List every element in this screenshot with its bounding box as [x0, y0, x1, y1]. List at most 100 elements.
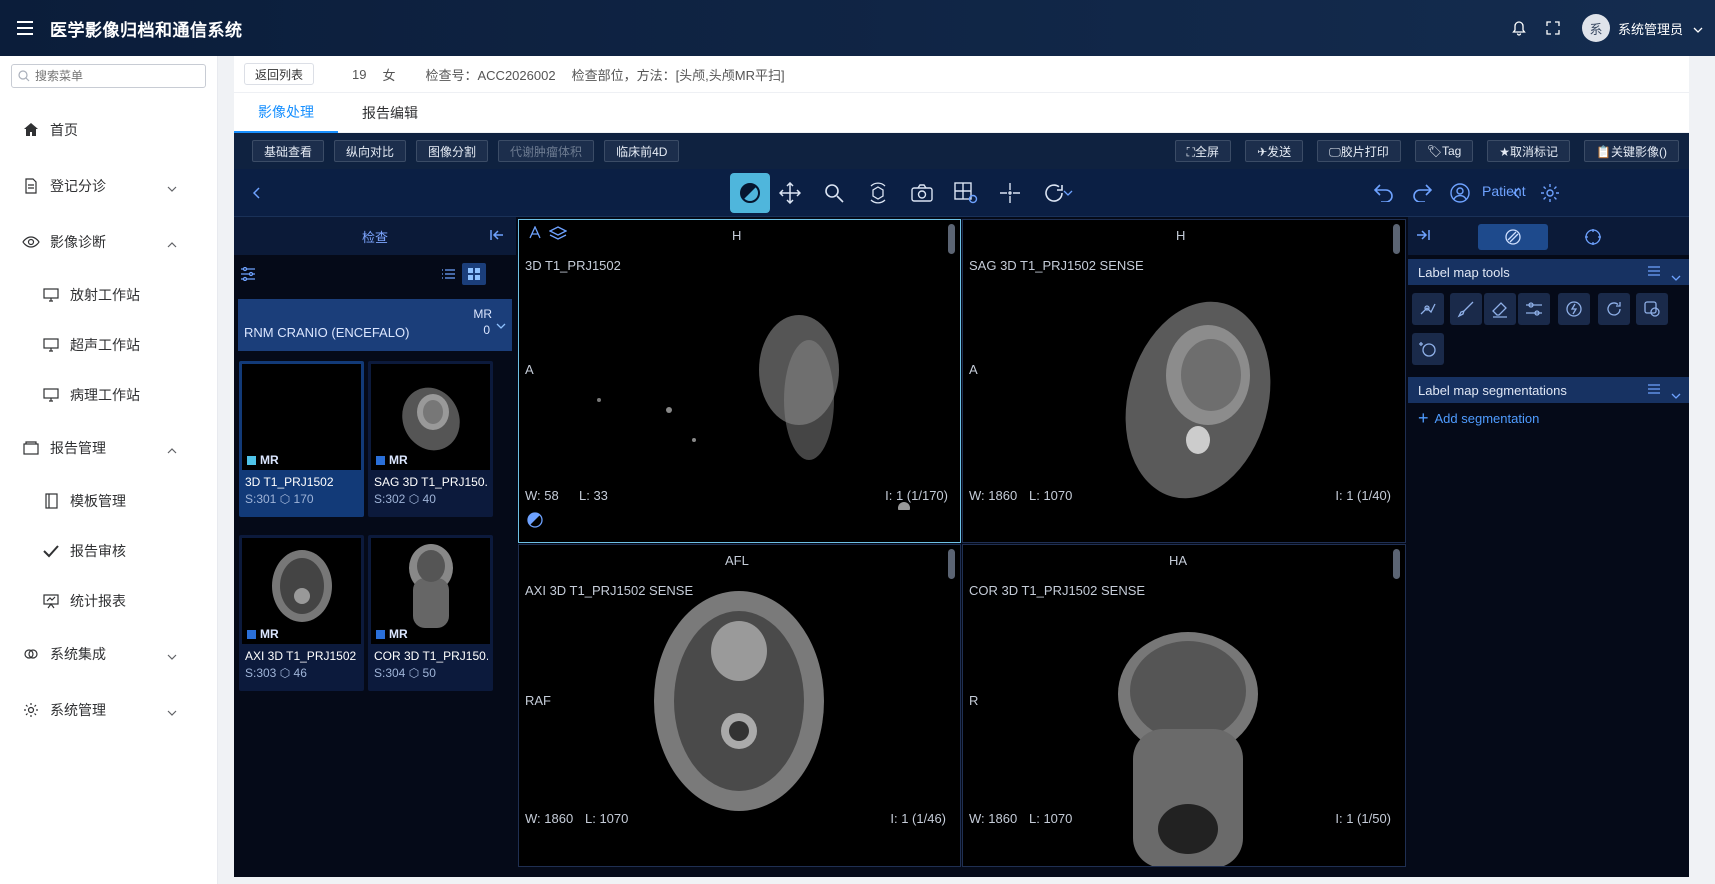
key-images-button[interactable]: 📋关键影像()	[1584, 140, 1679, 162]
contour-tab-icon[interactable]	[1558, 224, 1628, 250]
sidebar-item-label: 报告管理	[50, 440, 106, 456]
list-view-icon[interactable]	[436, 263, 460, 285]
study-group[interactable]: RNM CRANIO (ENCEFALO) MR 0	[238, 299, 512, 351]
chevron-down-icon[interactable]	[1671, 269, 1681, 284]
sidebar-item-pathology[interactable]: 病理工作站	[0, 370, 217, 420]
series-thumbnail[interactable]: MR SAG 3D T1_PRJ150... S:302 ⬡ 40	[368, 361, 493, 517]
viewport-scrollbar[interactable]	[1393, 549, 1400, 579]
window-level: L: 33	[579, 488, 608, 503]
search-input[interactable]	[35, 69, 185, 83]
orientation-top: H	[1176, 228, 1186, 243]
fullscreen-button[interactable]: ⛶全屏	[1174, 140, 1232, 162]
bell-icon[interactable]	[1502, 0, 1536, 56]
unmark-button[interactable]: ★取消标记	[1487, 140, 1571, 162]
viewport-scrollbar[interactable]	[948, 224, 955, 254]
sidebar-item-system[interactable]: 系统管理	[0, 682, 217, 738]
grid-view-icon[interactable]	[462, 263, 486, 285]
chevron-left-icon[interactable]	[236, 173, 276, 213]
menu-search[interactable]	[11, 64, 206, 88]
film-print-button[interactable]: 🖵胶片打印	[1317, 140, 1401, 162]
chevron-down-icon[interactable]	[1671, 387, 1681, 402]
hamburger-menu-icon[interactable]	[0, 0, 50, 56]
tool-settings-icon[interactable]	[1647, 265, 1661, 280]
smart-fill-tool-icon[interactable]	[1558, 293, 1590, 325]
book-icon	[42, 492, 60, 510]
sidebar-item-statistics[interactable]: 统计报表	[0, 576, 217, 626]
tab-report-edit[interactable]: 报告编辑	[338, 93, 442, 133]
page-scrollbar-track[interactable]	[1689, 56, 1715, 884]
avatar[interactable]: 系	[1581, 14, 1610, 42]
undo-icon[interactable]	[1364, 173, 1404, 213]
send-button[interactable]: ✈发送	[1245, 140, 1304, 162]
sphere-tool-icon[interactable]	[1412, 333, 1444, 365]
metabolic-tumor-volume-button[interactable]: 代谢肿瘤体积	[498, 140, 595, 162]
chevron-down-icon	[167, 647, 177, 663]
layers-icon[interactable]	[548, 226, 568, 243]
patient-icon[interactable]	[1440, 173, 1480, 213]
sidebar-item-registration[interactable]: 登记分诊	[0, 158, 217, 214]
rotate-tool-icon[interactable]	[1598, 293, 1630, 325]
pan-icon[interactable]	[770, 173, 810, 213]
add-segmentation-button[interactable]: + Add segmentation	[1408, 403, 1689, 433]
sidebar-item-diagnosis[interactable]: 影像诊断	[0, 214, 217, 270]
brush-tool-icon[interactable]	[1450, 293, 1482, 325]
sidebar-item-radiology[interactable]: 放射工作站	[0, 270, 217, 320]
sidebar-item-report-mgmt[interactable]: 报告管理	[0, 420, 217, 476]
label-map-segmentations-header[interactable]: Label map segmentations	[1408, 377, 1689, 403]
basic-view-button[interactable]: 基础查看	[252, 140, 325, 162]
adjust-tool-icon[interactable]	[1518, 293, 1550, 325]
camera-icon[interactable]	[902, 173, 942, 213]
filter-settings-icon[interactable]	[240, 266, 256, 284]
sidebar-item-integration[interactable]: 系统集成	[0, 626, 217, 682]
longitudinal-compare-button[interactable]: 纵向对比	[334, 140, 407, 162]
expand-panel-icon[interactable]	[1416, 229, 1430, 244]
image-segmentation-button[interactable]: 图像分割	[416, 140, 489, 162]
viewport[interactable]: H 3D T1_PRJ1502 A W: 58 L: 33 I: 1 (1/17…	[518, 219, 961, 543]
collapse-panel-icon[interactable]	[490, 229, 504, 244]
back-to-list-button[interactable]: 返回列表	[244, 63, 315, 85]
window-level-icon[interactable]	[730, 173, 770, 213]
tag-button[interactable]: 🏷Tag	[1414, 140, 1474, 162]
series-thumbnail[interactable]: MR COR 3D T1_PRJ150... S:304 ⬡ 50	[368, 535, 493, 691]
cube-icon: ⬡	[408, 492, 420, 506]
segmentation-settings-icon[interactable]	[1647, 383, 1661, 398]
chevron-up-icon	[167, 441, 177, 457]
viewport-scrollbar[interactable]	[1393, 224, 1400, 254]
layout-settings-icon[interactable]	[946, 173, 986, 213]
chevron-down-icon[interactable]	[1693, 21, 1703, 36]
more-tools-chevron-icon[interactable]	[1058, 173, 1078, 213]
image-viewer: 基础查看 纵向对比 图像分割 代谢肿瘤体积 临床前4D ⛶全屏 ✈发送 🖵胶片打…	[234, 133, 1689, 877]
settings-gear-icon[interactable]	[1530, 173, 1570, 213]
viewport[interactable]: H SAG 3D T1_PRJ1502 SENSE A W: 1860 L: 1…	[962, 219, 1406, 543]
preclinical-4d-button[interactable]: 临床前4D	[604, 140, 680, 162]
tab-image-processing[interactable]: 影像处理	[234, 93, 338, 133]
fullscreen-icon[interactable]	[1536, 0, 1570, 56]
chevron-down-icon	[167, 179, 177, 195]
label-map-tools-header[interactable]: Label map tools	[1408, 259, 1689, 285]
tab-bar: 影像处理 报告编辑	[234, 92, 1689, 133]
sidebar-item-home[interactable]: 首页	[0, 102, 217, 158]
redo-icon[interactable]	[1402, 173, 1442, 213]
username[interactable]: 系统管理员	[1618, 19, 1683, 38]
shape-tool-icon[interactable]	[1636, 293, 1668, 325]
series-thumbnail[interactable]: MR AXI 3D T1_PRJ1502 ... S:303 ⬡ 46	[239, 535, 364, 691]
viewport-scrollbar[interactable]	[948, 549, 955, 579]
sidebar-item-templates[interactable]: 模板管理	[0, 476, 217, 526]
orientation-left: RAF	[525, 693, 551, 708]
viewport[interactable]: HA COR 3D T1_PRJ1502 SENSE R W: 1860 L: …	[962, 544, 1406, 867]
annotation-tool-icon[interactable]	[527, 225, 543, 243]
crosshair-icon[interactable]	[990, 173, 1030, 213]
label-map-tab-icon[interactable]	[1478, 224, 1548, 250]
threshold-tool-icon[interactable]	[1412, 293, 1444, 325]
monitor-icon	[42, 386, 60, 404]
eye-icon	[22, 233, 40, 251]
viewport[interactable]: AFL AXI 3D T1_PRJ1502 SENSE RAF W: 1860 …	[518, 544, 961, 867]
folder-icon	[22, 439, 40, 457]
zoom-icon[interactable]	[814, 173, 854, 213]
chevron-down-icon[interactable]	[496, 317, 506, 332]
sidebar-item-ultrasound[interactable]: 超声工作站	[0, 320, 217, 370]
series-thumbnail[interactable]: MR 3D T1_PRJ1502 S:301 ⬡ 170	[239, 361, 364, 517]
eraser-tool-icon[interactable]	[1484, 293, 1516, 325]
rotate-3d-icon[interactable]	[858, 173, 898, 213]
sidebar-item-report-review[interactable]: 报告审核	[0, 526, 217, 576]
